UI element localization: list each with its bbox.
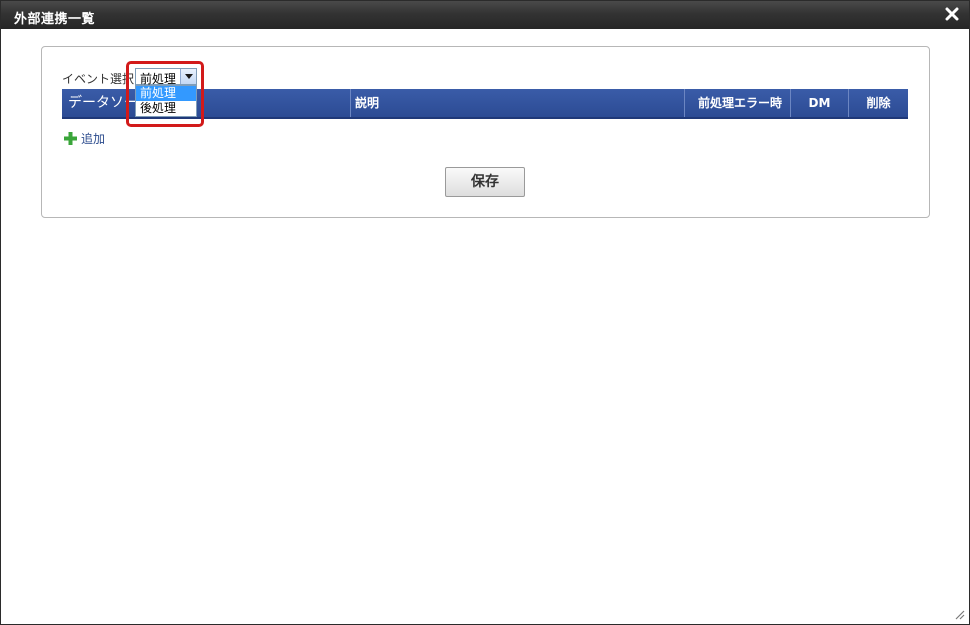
- add-button[interactable]: 追加: [64, 130, 105, 147]
- save-button[interactable]: 保存: [445, 167, 525, 197]
- column-header-description: 説明: [351, 89, 685, 117]
- event-dropdown-list: 前処理 後処理: [135, 85, 197, 117]
- chevron-down-icon[interactable]: [180, 69, 196, 84]
- dropdown-option-postprocess[interactable]: 後処理: [136, 101, 196, 116]
- column-header-preprocess-error: 前処理エラー時: [685, 89, 791, 117]
- column-header-datasource: データソース: [62, 89, 351, 117]
- resize-grip-icon[interactable]: [953, 608, 965, 620]
- plus-icon: [64, 132, 77, 145]
- event-select-label: イベント選択: [62, 72, 135, 86]
- dialog-title: 外部連携一覧: [14, 12, 96, 27]
- settings-panel: イベント選択 データソース 説明 前処理エラー時 DM 削除 前処理 前処理 後…: [41, 46, 930, 218]
- column-header-delete: 削除: [866, 96, 891, 110]
- column-header-dm: DM: [791, 89, 849, 117]
- dropdown-option-preprocess[interactable]: 前処理: [136, 86, 196, 101]
- dialog-window: 外部連携一覧 イベント選択 データソース 説明 前処理エラー時 DM 削除 前処…: [0, 0, 970, 625]
- add-button-label: 追加: [81, 132, 106, 146]
- dialog-titlebar: 外部連携一覧: [1, 1, 969, 29]
- close-icon[interactable]: [945, 7, 959, 21]
- event-select[interactable]: 前処理: [135, 68, 197, 86]
